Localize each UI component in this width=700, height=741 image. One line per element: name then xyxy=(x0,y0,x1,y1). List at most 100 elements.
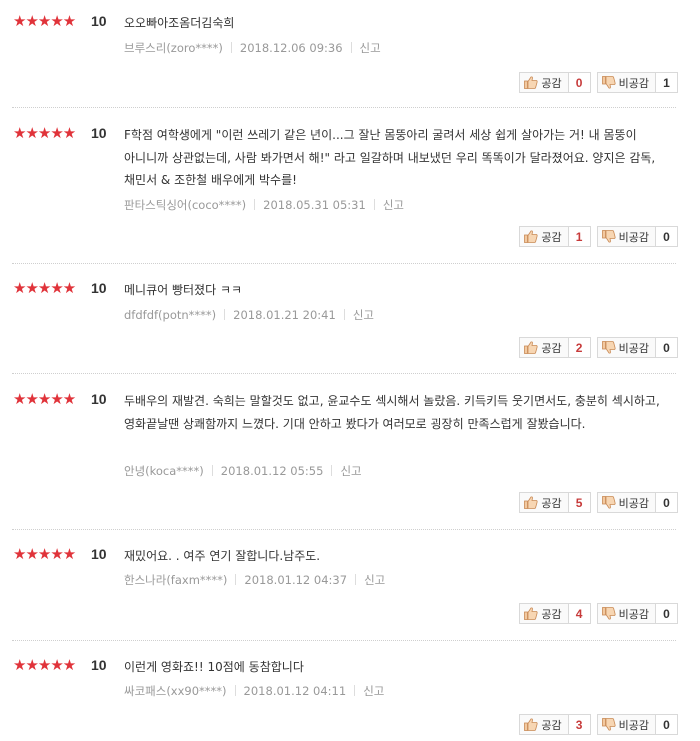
thumbs-down-icon xyxy=(601,76,616,89)
thumbs-down-icon xyxy=(601,230,616,243)
meta-separator xyxy=(254,199,256,210)
review-divider xyxy=(12,107,676,108)
thumbs-up-icon xyxy=(524,76,538,89)
report-link[interactable]: 신고 xyxy=(383,198,404,212)
review-author[interactable]: dfdfdf(potn****) xyxy=(124,308,216,322)
thumbs-down-icon xyxy=(601,496,616,509)
review-meta: dfdfdf(potn****) 2018.01.21 20:41 신고 xyxy=(124,307,374,323)
like-label: 공감 xyxy=(541,230,562,244)
review-date: 2018.05.31 05:31 xyxy=(263,198,366,212)
thumbs-up-icon xyxy=(524,718,538,731)
meta-separator xyxy=(355,574,357,585)
review-divider xyxy=(12,263,676,264)
like-button[interactable]: 공감 4 xyxy=(519,603,591,624)
thumbs-down-icon xyxy=(601,341,616,354)
dislike-count: 0 xyxy=(663,717,670,732)
report-link[interactable]: 신고 xyxy=(360,41,381,55)
dislike-label: 비공감 xyxy=(618,341,649,355)
like-label: 공감 xyxy=(541,496,562,510)
review-author[interactable]: 판타스틱싱어(coco****) xyxy=(124,198,246,212)
review-score: 10 xyxy=(91,125,107,141)
vote-buttons: 공감 5 비공감 0 xyxy=(519,492,678,513)
dislike-button[interactable]: 비공감 0 xyxy=(596,492,678,513)
review-meta: 브루스리(zoro****) 2018.12.06 09:36 신고 xyxy=(124,40,381,56)
dislike-count: 1 xyxy=(663,75,670,90)
dislike-count: 0 xyxy=(663,340,670,355)
review-score: 10 xyxy=(91,13,107,29)
vote-buttons: 공감 3 비공감 0 xyxy=(519,714,678,735)
dislike-button[interactable]: 비공감 0 xyxy=(596,603,678,624)
review-text: 재밌어요. . 여주 연기 잘합니다.남주도. xyxy=(124,549,321,563)
review-text: 두배우의 재발견. 숙희는 말할것도 없고, 윤교수도 섹시해서 놀랐음. 키득… xyxy=(124,394,660,431)
dislike-count: 0 xyxy=(663,495,670,510)
dislike-label: 비공감 xyxy=(618,76,649,90)
thumbs-up-icon xyxy=(524,607,538,620)
like-count: 4 xyxy=(575,606,583,621)
meta-separator xyxy=(343,309,345,320)
review-author[interactable]: 싸코패스(xx90****) xyxy=(124,684,227,698)
review-score: 10 xyxy=(91,546,107,562)
like-count: 2 xyxy=(575,340,583,355)
review-text: 이런게 영화죠!! 10점에 동참합니다 xyxy=(124,660,304,674)
like-count: 3 xyxy=(575,717,583,732)
review-author[interactable]: 안녕(koca****) xyxy=(124,464,204,478)
star-rating: ★★★★★ xyxy=(13,13,76,29)
review-author[interactable]: 한스나라(faxm****) xyxy=(124,573,227,587)
thumbs-up-icon xyxy=(524,341,538,354)
like-count: 5 xyxy=(575,495,583,510)
dislike-label: 비공감 xyxy=(618,718,649,732)
like-button[interactable]: 공감 0 xyxy=(519,72,591,93)
review-score: 10 xyxy=(91,657,107,673)
meta-separator xyxy=(354,685,356,696)
review-date: 2018.01.21 20:41 xyxy=(233,308,336,322)
dislike-button[interactable]: 비공감 0 xyxy=(596,714,678,735)
star-rating: ★★★★★ xyxy=(13,657,76,673)
report-link[interactable]: 신고 xyxy=(364,573,385,587)
like-label: 공감 xyxy=(541,718,562,732)
meta-separator xyxy=(234,685,236,696)
dislike-button[interactable]: 비공감 0 xyxy=(596,226,678,247)
review-date: 2018.12.06 09:36 xyxy=(239,41,343,55)
review-author[interactable]: 브루스리(zoro****) xyxy=(124,41,223,55)
meta-separator xyxy=(230,42,232,53)
review-date: 2018.01.12 04:11 xyxy=(243,684,347,698)
report-link[interactable]: 신고 xyxy=(340,464,361,478)
like-button[interactable]: 공감 5 xyxy=(519,492,591,513)
like-count: 0 xyxy=(575,75,583,90)
like-button[interactable]: 공감 1 xyxy=(519,226,591,247)
thumbs-up-icon xyxy=(524,496,538,509)
review-meta: 안녕(koca****) 2018.01.12 05:55 신고 xyxy=(124,463,362,479)
meta-separator xyxy=(224,309,226,320)
vote-buttons: 공감 0 비공감 1 xyxy=(519,72,678,93)
dislike-count: 0 xyxy=(663,606,670,621)
review-meta: 한스나라(faxm****) 2018.01.12 04:37 신고 xyxy=(124,572,385,588)
review-divider xyxy=(12,373,676,374)
dislike-count: 0 xyxy=(663,229,670,244)
star-rating: ★★★★★ xyxy=(13,391,76,407)
like-label: 공감 xyxy=(541,76,562,90)
review-score: 10 xyxy=(91,280,107,296)
review-text: 메니큐어 빵터졌다 ㅋㅋ xyxy=(124,283,243,297)
dislike-button[interactable]: 비공감 1 xyxy=(596,72,678,93)
report-link[interactable]: 신고 xyxy=(363,684,384,698)
star-rating: ★★★★★ xyxy=(13,546,76,562)
like-label: 공감 xyxy=(541,341,562,355)
report-link[interactable]: 신고 xyxy=(353,308,374,322)
like-button[interactable]: 공감 3 xyxy=(519,714,591,735)
meta-separator xyxy=(331,465,333,476)
dislike-button[interactable]: 비공감 0 xyxy=(596,337,678,358)
star-rating: ★★★★★ xyxy=(13,125,76,141)
review-divider xyxy=(12,640,676,641)
vote-buttons: 공감 4 비공감 0 xyxy=(519,603,678,624)
like-button[interactable]: 공감 2 xyxy=(519,337,591,358)
like-label: 공감 xyxy=(541,607,562,621)
dislike-label: 비공감 xyxy=(618,496,649,510)
review-date: 2018.01.12 05:55 xyxy=(220,464,324,478)
meta-separator xyxy=(235,574,237,585)
meta-separator xyxy=(350,42,352,53)
review-date: 2018.01.12 04:37 xyxy=(244,573,348,587)
vote-buttons: 공감 1 비공감 0 xyxy=(519,226,678,247)
meta-separator xyxy=(211,465,213,476)
thumbs-down-icon xyxy=(601,607,616,620)
thumbs-down-icon xyxy=(601,718,616,731)
